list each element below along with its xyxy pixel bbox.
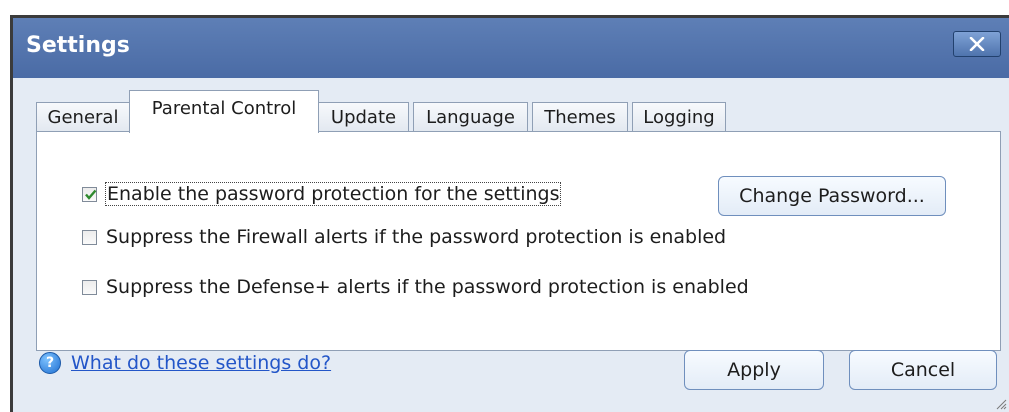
option-suppress-firewall[interactable]: Suppress the Firewall alerts if the pass… <box>82 225 726 249</box>
suppress-defense-checkbox[interactable] <box>82 279 97 295</box>
enable-password-checkbox[interactable] <box>82 186 97 202</box>
help-row: ? What do these settings do? <box>39 350 331 376</box>
tab-label: Logging <box>643 107 715 128</box>
tab-label: Language <box>426 107 515 128</box>
cancel-button[interactable]: Cancel <box>849 350 997 390</box>
suppress-defense-label: Suppress the Defense+ alerts if the pass… <box>106 276 749 298</box>
option-enable-password[interactable]: Enable the password protection for the s… <box>82 182 562 206</box>
tab-themes[interactable]: Themes <box>532 102 628 132</box>
tab-logging[interactable]: Logging <box>632 102 726 132</box>
change-password-button[interactable]: Change Password... <box>718 176 946 216</box>
parental-control-panel: Enable the password protection for the s… <box>36 131 1001 351</box>
tab-language[interactable]: Language <box>413 102 528 132</box>
close-button[interactable] <box>953 31 1001 57</box>
suppress-firewall-checkbox[interactable] <box>82 229 97 245</box>
tab-label: Parental Control <box>151 97 297 119</box>
close-icon <box>969 37 985 51</box>
title-bar: Settings <box>13 18 1009 78</box>
tab-label: Update <box>330 107 397 128</box>
tab-label: General <box>47 107 119 128</box>
tab-label: Themes <box>544 107 616 128</box>
help-link[interactable]: What do these settings do? <box>71 352 331 374</box>
suppress-firewall-label: Suppress the Firewall alerts if the pass… <box>106 226 727 248</box>
tab-general[interactable]: General <box>36 102 130 132</box>
settings-window: Settings General Parental Control Update… <box>10 15 1009 412</box>
checkmark-icon <box>85 189 97 200</box>
tab-update[interactable]: Update <box>318 102 409 132</box>
option-suppress-defense[interactable]: Suppress the Defense+ alerts if the pass… <box>82 275 749 299</box>
resize-grip-icon[interactable] <box>993 396 1007 410</box>
apply-button[interactable]: Apply <box>684 350 824 390</box>
tab-parental-control[interactable]: Parental Control <box>129 90 319 133</box>
window-title: Settings <box>26 33 130 58</box>
enable-password-label: Enable the password protection for the s… <box>104 182 562 206</box>
help-icon[interactable]: ? <box>39 352 61 374</box>
